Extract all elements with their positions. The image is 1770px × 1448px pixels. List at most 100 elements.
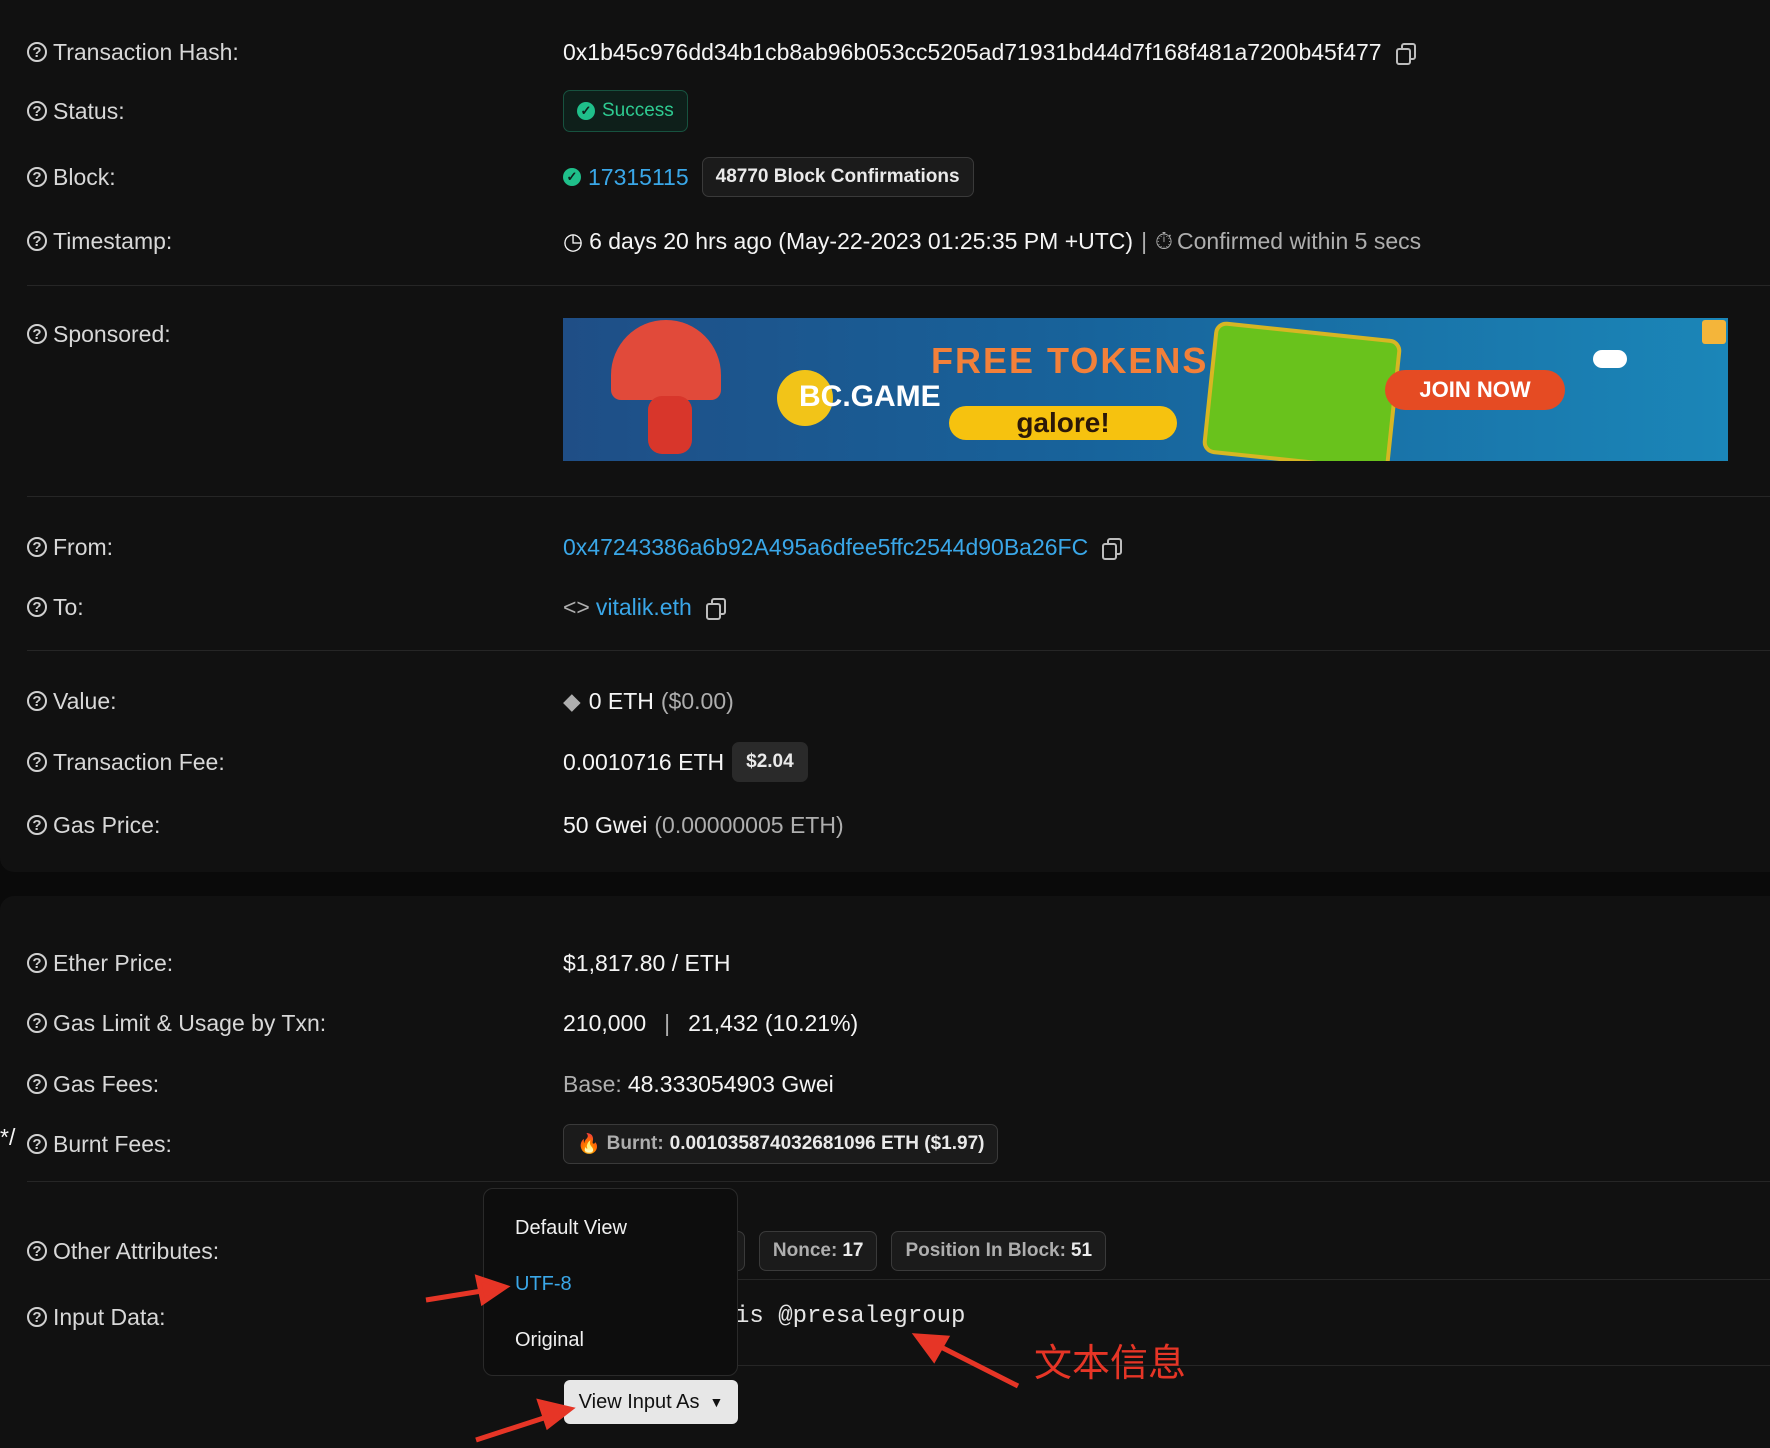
other-attributes-label: Other Attributes:: [53, 1237, 220, 1264]
from-row: ? From: 0x47243386a6b92A495a6dfee5ffc2544…: [0, 527, 1770, 567]
help-icon[interactable]: ?: [27, 752, 47, 772]
transaction-details-card: ? Transaction Hash: 0x1b45c976dd34b1cb8ab…: [0, 0, 1770, 872]
code-icon: <>: [563, 593, 590, 620]
to-address-link[interactable]: vitalik.eth: [596, 594, 692, 621]
help-icon[interactable]: ?: [27, 231, 47, 251]
gas-price-label: Gas Price:: [53, 811, 161, 838]
status-badge: ✓ Success: [563, 90, 688, 132]
stopwatch-icon: ⏱: [1155, 227, 1173, 254]
burnt-fees-row: ? Burnt Fees: 🔥 Burnt: 0.001035874032681096…: [0, 1124, 1770, 1164]
value-eth: 0 ETH: [588, 687, 654, 714]
gas-usage-value: 21,432 (10.21%): [688, 1009, 859, 1036]
tx-hash-label: Transaction Hash:: [53, 38, 239, 65]
help-icon[interactable]: ?: [27, 1307, 47, 1327]
check-circle-icon: ✓: [563, 168, 581, 186]
menu-item-original[interactable]: Original: [515, 1329, 584, 1352]
fee-row: ? Transaction Fee: 0.0010716 ETH $2.04: [0, 742, 1770, 782]
block-row: ? Block: ✓ 17315115 48770 Block Confirmatio…: [0, 157, 1770, 197]
burnt-fees-label: Burnt Fees:: [53, 1130, 172, 1157]
gas-price-row: ? Gas Price: 50 Gwei (0.00000005 ETH): [0, 805, 1770, 845]
mascot-image: [648, 396, 692, 454]
ethereum-icon: ◆: [563, 687, 581, 714]
view-input-menu: Default View UTF-8 Original: [483, 1188, 738, 1376]
to-label: To:: [53, 593, 84, 620]
gas-fees-label: Gas Fees:: [53, 1070, 160, 1097]
value-label: Value:: [53, 687, 117, 714]
ad-subline: galore!: [949, 406, 1177, 440]
fire-icon: 🔥: [577, 1134, 601, 1155]
copy-icon[interactable]: [1395, 43, 1416, 65]
position-badge: Position In Block: 51: [891, 1231, 1107, 1271]
view-input-as-button[interactable]: View Input As ▼: [564, 1380, 738, 1424]
timestamp-label: Timestamp:: [53, 227, 173, 254]
help-icon[interactable]: ?: [27, 691, 47, 711]
ether-price-row: ? Ether Price: $1,817.80 / ETH: [0, 943, 1770, 983]
join-now-button[interactable]: JOIN NOW: [1385, 370, 1565, 410]
value-row: ? Value: ◆ 0 ETH ($0.00): [0, 681, 1770, 721]
gas-limit-label: Gas Limit & Usage by Txn:: [53, 1009, 327, 1036]
gas-price-eth: (0.00000005 ETH): [654, 811, 844, 838]
token-grid-image: [1201, 320, 1403, 461]
fee-label: Transaction Fee:: [53, 748, 225, 775]
help-icon[interactable]: ?: [27, 537, 47, 557]
parachute-image: [611, 320, 721, 400]
cloud-image: [1593, 350, 1627, 368]
divider: [27, 1181, 1770, 1182]
help-icon[interactable]: ?: [27, 953, 47, 973]
help-icon[interactable]: ?: [27, 324, 47, 344]
confirmations-badge: 48770 Block Confirmations: [701, 157, 974, 197]
burnt-fees-badge: 🔥 Burnt: 0.001035874032681096 ETH ($1.97): [563, 1124, 999, 1164]
fee-value: 0.0010716 ETH: [563, 748, 725, 775]
status-label: Status:: [53, 97, 125, 124]
block-label: Block:: [53, 163, 116, 190]
sponsored-banner[interactable]: BC.GAME FREE TOKENS galore! JOIN NOW: [563, 318, 1728, 461]
help-icon[interactable]: ?: [27, 42, 47, 62]
divider: [27, 496, 1770, 497]
help-icon[interactable]: ?: [27, 1241, 47, 1261]
input-data-text: is @presalegroup: [735, 1303, 966, 1330]
status-row: ? Status: ✓ Success: [0, 90, 1770, 132]
help-icon[interactable]: ?: [27, 815, 47, 835]
input-data-label: Input Data:: [53, 1303, 166, 1330]
fee-usd-badge: $2.04: [732, 742, 808, 782]
tx-hash-row: ? Transaction Hash: 0x1b45c976dd34b1cb8ab…: [0, 32, 1770, 72]
copy-icon[interactable]: [1102, 538, 1123, 560]
timestamp-value: 6 days 20 hrs ago (May-22-2023 01:25:35 …: [589, 227, 1134, 254]
confirmed-within: Confirmed within 5 secs: [1177, 227, 1422, 254]
gas-limit-value: 210,000: [563, 1009, 647, 1036]
bcgame-logo: BC.GAME: [777, 370, 941, 426]
clock-icon: ◷: [563, 227, 584, 254]
to-row: ? To: <> vitalik.eth: [0, 587, 1770, 627]
value-usd: ($0.00): [660, 687, 734, 714]
ether-price-label: Ether Price:: [53, 949, 174, 976]
gas-limit-row: ? Gas Limit & Usage by Txn: 210,000 | 21,43…: [0, 1003, 1770, 1043]
divider: [27, 285, 1770, 286]
menu-item-default-view[interactable]: Default View: [515, 1217, 627, 1240]
gas-price-value: 50 Gwei: [563, 811, 648, 838]
nonce-badge: Nonce: 17: [758, 1231, 878, 1271]
gas-fees-row: ? Gas Fees: Base: 48.333054903 Gwei: [0, 1064, 1770, 1104]
block-link[interactable]: 17315115: [588, 164, 689, 191]
help-icon[interactable]: ?: [27, 597, 47, 617]
menu-item-utf8[interactable]: UTF-8: [515, 1273, 572, 1296]
more-details-card: ? Ether Price: $1,817.80 / ETH ? Gas Limit…: [0, 896, 1770, 1448]
copy-icon[interactable]: [705, 598, 726, 620]
sponsored-label: Sponsored:: [53, 320, 171, 347]
help-icon[interactable]: ?: [27, 101, 47, 121]
help-icon[interactable]: ?: [27, 1134, 47, 1154]
from-address-link[interactable]: 0x47243386a6b92A495a6dfee5ffc2544d90Ba26…: [563, 534, 1088, 561]
ad-info-icon[interactable]: [1702, 320, 1726, 344]
chevron-down-icon: ▼: [709, 1394, 724, 1410]
base-value: 48.333054903 Gwei: [627, 1070, 834, 1097]
ad-headline: FREE TOKENS: [931, 340, 1209, 381]
timestamp-row: ? Timestamp: ◷ 6 days 20 hrs ago (May-22-2…: [0, 221, 1770, 261]
from-label: From:: [53, 533, 114, 560]
help-icon[interactable]: ?: [27, 167, 47, 187]
other-attributes-row: ?Other Attributes: y)Nonce:17Position In…: [0, 1231, 1770, 1271]
tx-hash-value: 0x1b45c976dd34b1cb8ab96b053cc5205ad71931…: [563, 38, 1382, 65]
help-icon[interactable]: ?: [27, 1013, 47, 1033]
help-icon[interactable]: ?: [27, 1074, 47, 1094]
divider: [27, 650, 1770, 651]
annotation-label: 文本信息: [1034, 1341, 1187, 1385]
ether-price-value: $1,817.80 / ETH: [563, 949, 731, 976]
